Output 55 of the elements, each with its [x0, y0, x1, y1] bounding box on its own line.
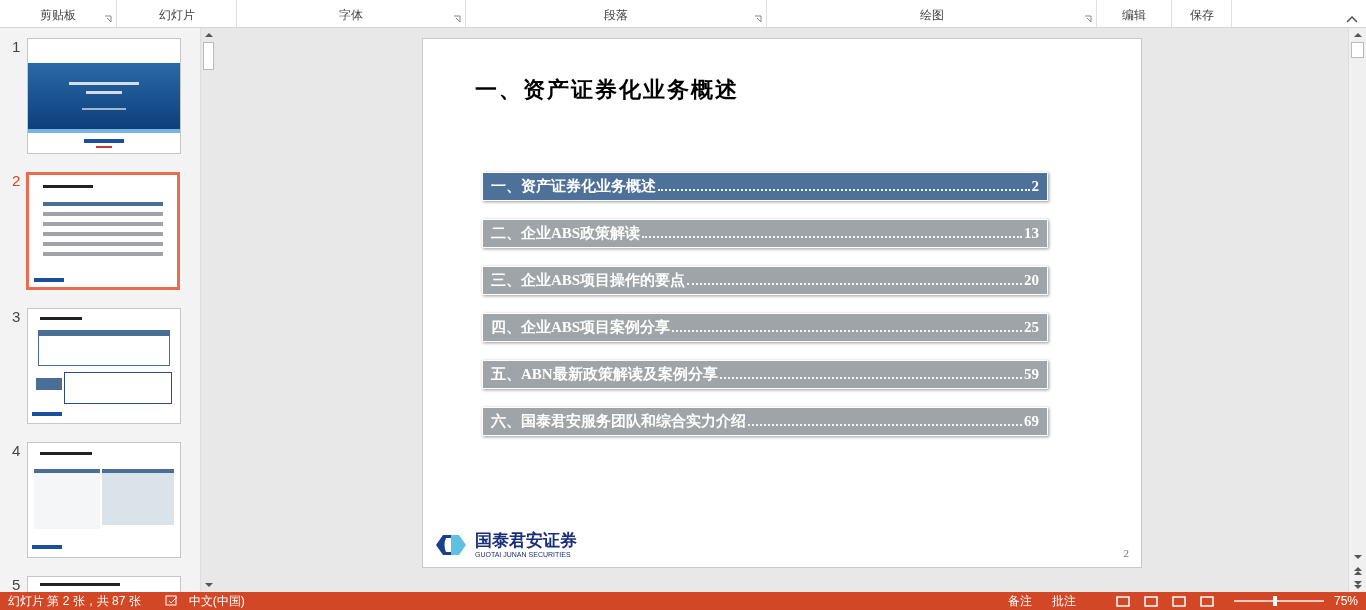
toc-label: 四、企业ABS项目案例分享: [491, 318, 671, 338]
slide-number: 1: [11, 38, 22, 57]
ribbon-group-label: 剪贴板: [40, 7, 76, 24]
logo-icon: [435, 534, 467, 556]
toc-page-number: 20: [1024, 271, 1039, 291]
ribbon-group-label: 绘图: [919, 7, 944, 24]
thumbnail-scrollbar[interactable]: [200, 28, 216, 592]
slide-number: 2: [11, 172, 22, 191]
toc-label: 三、企业ABS项目操作的要点: [491, 271, 686, 291]
slide-number: 5: [11, 576, 22, 592]
toc-label: 五、ABN最新政策解读及案例分享: [491, 365, 718, 385]
scroll-thumb[interactable]: [1351, 42, 1364, 58]
ribbon-group-label: 编辑: [1122, 7, 1146, 24]
toc-label: 一、资产证券化业务概述: [491, 177, 656, 197]
toc-label: 二、企业ABS政策解读: [491, 224, 641, 244]
toc-entry[interactable]: 四、企业ABS项目案例分享 25: [482, 313, 1048, 342]
page-number: 2: [1123, 545, 1129, 561]
toc-entry[interactable]: 二、企业ABS政策解读 13: [482, 219, 1048, 248]
dialog-launcher-icon[interactable]: [104, 15, 112, 23]
slide-thumbnail[interactable]: [27, 38, 181, 154]
ribbon-group-label: 字体: [339, 7, 363, 24]
slide-thumbnail[interactable]: [26, 172, 180, 290]
dialog-launcher-icon[interactable]: [453, 15, 461, 23]
scroll-thumb[interactable]: [203, 42, 214, 70]
collapse-ribbon-icon[interactable]: [1346, 15, 1358, 23]
toc-entry[interactable]: 一、资产证券化业务概述 2: [482, 172, 1048, 201]
zoom-slider-thumb[interactable]: [1272, 596, 1277, 606]
ribbon-group-label: 保存: [1189, 7, 1214, 24]
slide-number: 3: [11, 308, 22, 327]
toc-page-number: 2: [1031, 177, 1039, 197]
language-indicator[interactable]: 中文(中国): [188, 592, 245, 610]
slide-thumbnail[interactable]: [27, 308, 181, 424]
notes-button[interactable]: 备注: [1007, 592, 1032, 610]
toc-label: 六、国泰君安服务团队和综合实力介绍: [491, 412, 746, 432]
ribbon-group-label: 段落: [604, 7, 628, 24]
normal-view-icon[interactable]: [1115, 595, 1130, 607]
logo-name: 国泰君安证券: [475, 531, 577, 551]
toc-page-number: 25: [1024, 318, 1039, 338]
ribbon-group-label: 幻灯片: [158, 7, 195, 24]
editor-scrollbar[interactable]: [1348, 28, 1366, 592]
dialog-launcher-icon[interactable]: [754, 15, 762, 23]
toc-page-number: 69: [1024, 412, 1039, 432]
slide-counter: 幻灯片 第 2 张，共 87 张: [8, 593, 141, 610]
spell-check-icon[interactable]: [164, 595, 179, 607]
slide-number: 4: [11, 442, 22, 461]
zoom-level[interactable]: 75%: [1333, 592, 1358, 610]
toc-entry[interactable]: 三、企业ABS项目操作的要点 20: [482, 266, 1048, 295]
slide-thumbnail[interactable]: [27, 442, 181, 558]
toc-page-number: 13: [1024, 224, 1039, 244]
slide-title: 一、资产证券化业务概述: [475, 76, 739, 104]
comments-button[interactable]: 批注: [1051, 592, 1076, 610]
toc-page-number: 59: [1024, 365, 1039, 385]
dialog-launcher-icon[interactable]: [1084, 15, 1092, 23]
toc-entry[interactable]: 五、ABN最新政策解读及案例分享 59: [482, 360, 1048, 389]
toc-entry[interactable]: 六、国泰君安服务团队和综合实力介绍 69: [482, 407, 1048, 436]
